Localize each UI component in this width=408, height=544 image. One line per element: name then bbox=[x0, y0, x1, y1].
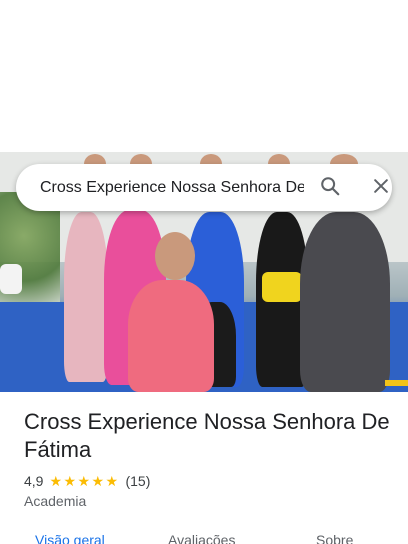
person-figure bbox=[128, 280, 214, 392]
search-icon bbox=[319, 175, 341, 202]
review-count[interactable]: (15) bbox=[125, 473, 150, 489]
star-icon: ★ bbox=[49, 473, 63, 489]
place-title: Cross Experience Nossa Senhora De Fátima bbox=[24, 409, 390, 462]
rating-value: 4,9 bbox=[24, 473, 44, 489]
star-icon: ★ bbox=[77, 473, 91, 489]
search-button[interactable] bbox=[317, 175, 343, 201]
tab-about[interactable]: Sobre bbox=[316, 530, 353, 544]
star-icon: ★ bbox=[105, 473, 119, 489]
person-figure bbox=[64, 212, 108, 382]
map-blank-area bbox=[0, 0, 408, 152]
clear-search-button[interactable] bbox=[368, 175, 394, 201]
star-icon: ★ bbox=[63, 473, 77, 489]
floor-marking bbox=[385, 380, 408, 386]
person-detail bbox=[262, 272, 302, 302]
photo-car bbox=[0, 264, 22, 294]
close-icon bbox=[371, 176, 391, 201]
rating-row[interactable]: 4,9 ★ ★ ★ ★ ★ (15) bbox=[24, 472, 150, 490]
search-input[interactable]: Cross Experience Nossa Senhora De Fátima bbox=[40, 164, 304, 211]
tab-reviews[interactable]: Avaliações bbox=[168, 530, 235, 544]
place-category: Academia bbox=[24, 493, 87, 509]
tab-bar: Visão geral Avaliações Sobre bbox=[0, 530, 408, 544]
tab-overview[interactable]: Visão geral bbox=[35, 530, 105, 544]
rating-stars: ★ ★ ★ ★ ★ bbox=[49, 474, 119, 488]
star-icon: ★ bbox=[91, 473, 105, 489]
person-figure bbox=[300, 212, 390, 392]
search-bar[interactable]: Cross Experience Nossa Senhora De Fátima bbox=[16, 164, 392, 211]
person-head bbox=[155, 232, 195, 280]
